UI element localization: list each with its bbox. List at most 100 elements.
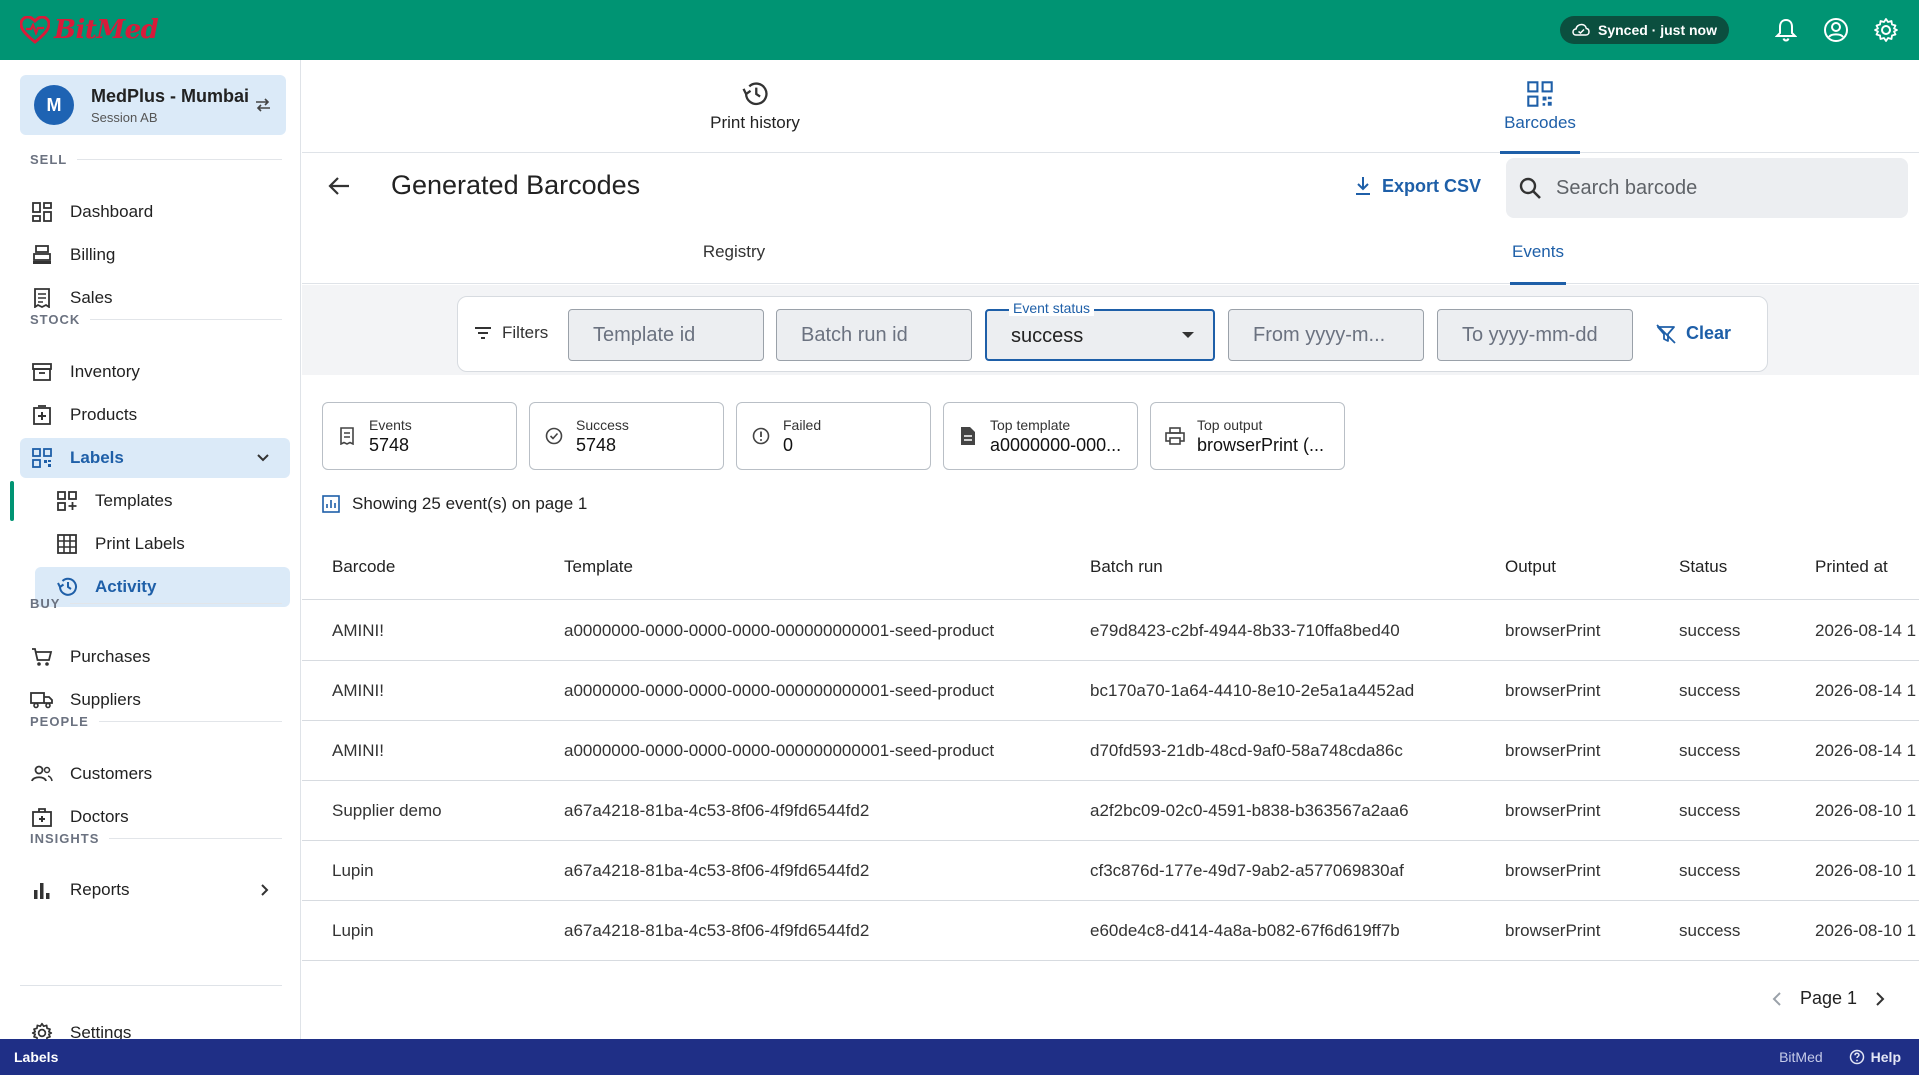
table-row[interactable]: Lupin a67a4218-81ba-4c53-8f06-4f9fd6544f… <box>302 841 1919 901</box>
cell-status: success <box>1679 921 1741 940</box>
cell-batch-run: a2f2bc09-02c0-4591-b838-b363567a2aa6 <box>1090 801 1409 820</box>
clear-filters-button[interactable]: Clear <box>1656 323 1731 344</box>
column-header-barcode[interactable]: Barcode <box>332 557 395 577</box>
arrow-left-icon <box>328 177 349 195</box>
chevron-down-icon[interactable] <box>256 453 270 463</box>
cell-template: a67a4218-81ba-4c53-8f06-4f9fd6544fd2 <box>564 921 870 940</box>
sidebar-item-label: Customers <box>70 764 153 783</box>
medical-bag-icon <box>30 805 54 829</box>
swap-icon[interactable] <box>254 97 272 113</box>
event-status-label: Event status <box>1009 300 1095 316</box>
filters-button[interactable]: Filters <box>474 323 548 343</box>
batch-run-id-input[interactable]: Batch run id <box>776 309 972 361</box>
table-row[interactable]: Supplier demo a67a4218-81ba-4c53-8f06-4f… <box>302 781 1919 841</box>
filter-off-icon <box>1656 323 1676 344</box>
chevron-right-icon[interactable] <box>1875 991 1885 1007</box>
column-header-printed-at[interactable]: Printed at <box>1815 557 1888 577</box>
cell-batch-run: bc170a70-1a64-4410-8e10-2e5a1a4452ad <box>1090 681 1415 700</box>
section-sell: SELL <box>30 152 282 167</box>
top-tabs: Print history Barcodes <box>302 60 1919 154</box>
history-icon <box>742 81 768 105</box>
filters-label: Filters <box>502 323 549 342</box>
table-header: Barcode Template Batch run Output Status… <box>302 535 1919 600</box>
sidebar-item-inventory[interactable]: Inventory <box>20 352 290 392</box>
stat-label: Events <box>369 416 412 433</box>
column-header-status[interactable]: Status <box>1679 557 1727 577</box>
notifications-button[interactable] <box>1771 15 1801 45</box>
download-icon <box>1356 177 1370 195</box>
heart-logo-icon <box>20 16 50 44</box>
chevron-left-icon[interactable] <box>1772 991 1782 1007</box>
tab-label: Print history <box>710 112 800 132</box>
cell-output: browserPrint <box>1505 681 1601 700</box>
back-button[interactable] <box>322 169 356 203</box>
active-tab-indicator <box>1500 151 1580 154</box>
help-button[interactable]: Help <box>1849 1049 1901 1065</box>
export-csv-button[interactable]: Export CSV <box>1354 171 1481 201</box>
sidebar-item-label: Templates <box>95 491 173 510</box>
printer-icon <box>1165 427 1185 445</box>
sidebar-item-print-labels[interactable]: Print Labels <box>35 524 290 564</box>
sidebar-item-label: Labels <box>70 448 124 467</box>
table-row[interactable]: AMINI! a0000000-0000-0000-0000-000000000… <box>302 721 1919 781</box>
grid-table-icon <box>55 532 79 556</box>
search-box[interactable] <box>1506 158 1908 218</box>
chevron-right-icon[interactable] <box>260 883 270 897</box>
org-name: MedPlus - Mumbai <box>91 85 250 106</box>
sidebar-item-reports[interactable]: Reports <box>20 870 290 910</box>
sidebar-item-billing[interactable]: Billing <box>20 235 290 275</box>
cell-printed-at: 2026-08-10 1 <box>1815 801 1917 820</box>
tab-events[interactable]: Events <box>1488 220 1588 285</box>
sidebar-item-label: Billing <box>70 245 116 264</box>
event-status-value: success <box>1011 324 1084 347</box>
status-bar: Labels BitMed Help <box>0 1039 1919 1075</box>
template-id-input[interactable]: Template id <box>568 309 764 361</box>
to-date-input[interactable]: To yyyy-mm-dd <box>1437 309 1633 361</box>
sidebar-item-purchases[interactable]: Purchases <box>20 637 290 677</box>
qr-code-icon <box>30 446 54 470</box>
account-button[interactable] <box>1821 15 1851 45</box>
cell-printed-at: 2026-08-10 1 <box>1815 921 1917 940</box>
search-input[interactable] <box>1556 176 1876 200</box>
cell-status: success <box>1679 621 1741 640</box>
event-status-select[interactable]: Event status success <box>985 300 1215 361</box>
tab-registry[interactable]: Registry <box>674 220 794 284</box>
cell-template: a67a4218-81ba-4c53-8f06-4f9fd6544fd2 <box>564 861 870 880</box>
table-row[interactable]: Lupin a67a4218-81ba-4c53-8f06-4f9fd6544f… <box>302 901 1919 961</box>
section-insights: INSIGHTS <box>30 831 282 846</box>
sidebar-item-customers[interactable]: Customers <box>20 754 290 794</box>
stat-value: 5748 <box>369 434 410 455</box>
tab-barcodes[interactable]: Barcodes <box>1478 60 1602 154</box>
sidebar-item-label: Doctors <box>70 807 129 826</box>
org-switcher[interactable]: M MedPlus - Mumbai Session AB <box>20 75 286 135</box>
sync-status-badge[interactable]: Synced · just now <box>1559 16 1729 44</box>
tab-print-history[interactable]: Print history <box>657 60 853 153</box>
stat-success: Success 5748 <box>529 402 724 470</box>
cell-printed-at: 2026-08-14 1 <box>1815 741 1917 760</box>
filters-band: Filters Template id Batch run id Event s… <box>302 285 1919 375</box>
table-row[interactable]: AMINI! a0000000-0000-0000-0000-000000000… <box>302 601 1919 661</box>
sidebar-item-templates[interactable]: Templates <box>35 481 290 521</box>
chart-box-icon <box>322 495 340 513</box>
receipt-icon <box>30 286 54 310</box>
cell-barcode: Lupin <box>332 861 374 880</box>
sidebar-item-label: Purchases <box>70 647 151 666</box>
template-grid-icon <box>55 489 79 513</box>
bell-icon <box>1775 18 1797 42</box>
from-date-input[interactable]: From yyyy-m... <box>1228 309 1424 361</box>
sidebar: M MedPlus - Mumbai Session AB SELL Dashb… <box>0 60 301 1044</box>
sidebar-item-dashboard[interactable]: Dashboard <box>20 192 290 232</box>
column-header-output[interactable]: Output <box>1505 557 1556 577</box>
page-title: Generated Barcodes <box>391 170 641 200</box>
sidebar-item-labels[interactable]: Labels <box>20 438 290 478</box>
sidebar-divider <box>20 985 282 986</box>
table-row[interactable]: AMINI! a0000000-0000-0000-0000-000000000… <box>302 661 1919 721</box>
settings-button[interactable] <box>1871 15 1901 45</box>
sidebar-item-products[interactable]: Products <box>20 395 290 435</box>
receipt-icon <box>337 427 357 445</box>
column-header-batch-run[interactable]: Batch run <box>1090 557 1163 577</box>
column-header-template[interactable]: Template <box>564 557 633 577</box>
sub-tabs: Registry Events <box>302 220 1919 285</box>
sidebar-item-label: Suppliers <box>70 690 141 709</box>
brand-logo[interactable]: BitMed <box>20 15 159 45</box>
